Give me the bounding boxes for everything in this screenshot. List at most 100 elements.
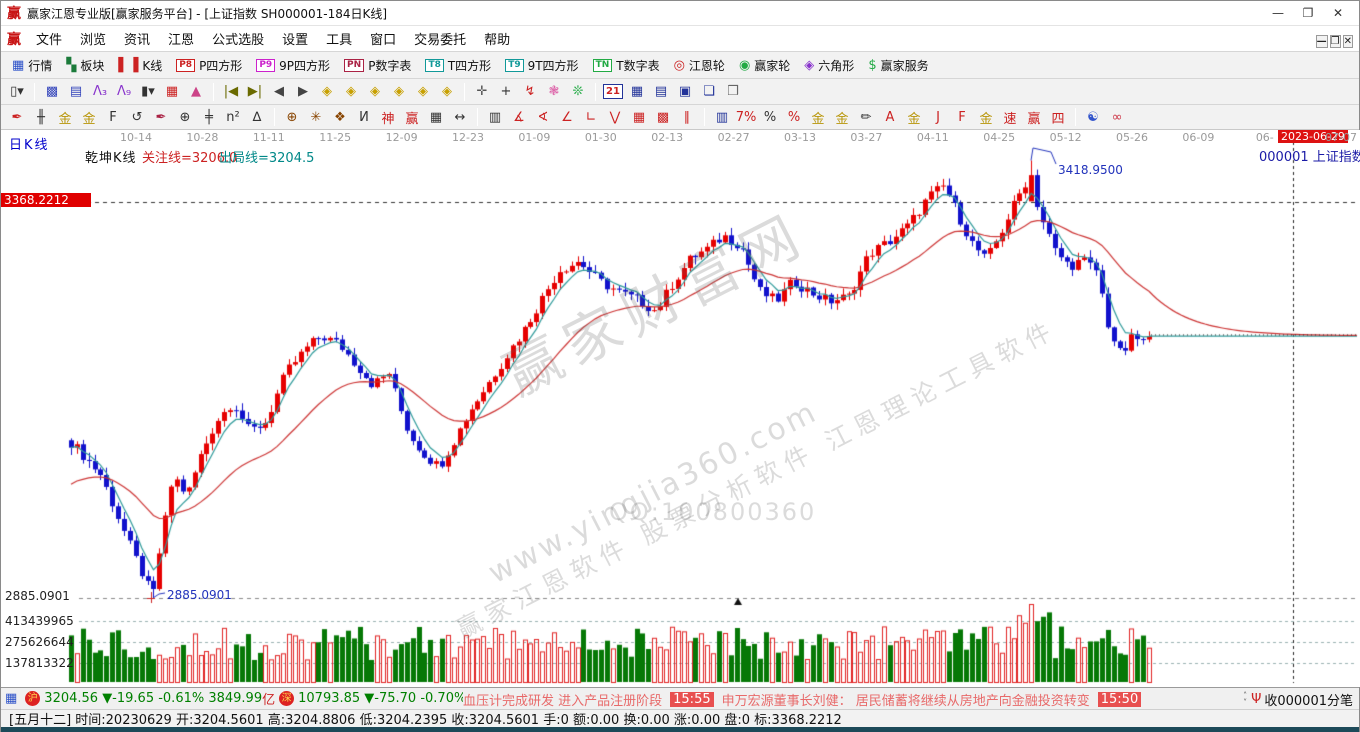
menu-item-交易委托[interactable]: 交易委托 <box>405 30 475 51</box>
notebook-icon[interactable]: ▤ <box>650 82 672 102</box>
circle-grid-icon[interactable]: ⊕ <box>174 107 196 127</box>
wave-3-icon[interactable]: Λ₃ <box>89 82 111 102</box>
toolbar-winner-service-button[interactable]: $赢家服务 <box>861 55 935 76</box>
toolbar-t-square-button[interactable]: T8T四方形 <box>418 55 498 76</box>
gold-grid-2-icon[interactable]: 金 <box>78 107 100 127</box>
ink-brush-icon[interactable]: ✏ <box>855 107 877 127</box>
calculator-icon[interactable]: ▦ <box>626 82 648 102</box>
ying-angle-icon[interactable]: 赢 <box>1023 107 1045 127</box>
infinity-icon[interactable]: ∞ <box>1106 107 1128 127</box>
menu-item-公式选股[interactable]: 公式选股 <box>203 30 273 51</box>
chart-area[interactable]: 日K线 10-1410-2811-1111-2512-0912-2301-090… <box>1 130 1360 687</box>
quote-grid-icon[interactable]: ▦ <box>5 691 17 706</box>
wave-9-icon[interactable]: Λ₉ <box>113 82 135 102</box>
bar-stats-icon[interactable]: ▥ <box>711 107 733 127</box>
news-ticker[interactable]: 血压计完成研发 进入产品注册阶段 15:55 申万宏源董事长刘健： 居民储蓄将继… <box>463 688 1196 709</box>
red-fan-2-icon[interactable]: ∢ <box>532 107 554 127</box>
form-view-icon[interactable]: ▤ <box>65 82 87 102</box>
gold-baseline-icon[interactable]: 金 <box>831 107 853 127</box>
mdi-restore-button[interactable]: ❐ <box>1330 35 1341 48</box>
hand-tool-icon[interactable]: ✛ <box>471 82 493 102</box>
red-fan-1-icon[interactable]: ∡ <box>508 107 530 127</box>
speed-angle-icon[interactable]: 速 <box>999 107 1021 127</box>
toolbar-9p-square-button[interactable]: P99P四方形 <box>249 55 337 76</box>
grid-red-2-icon[interactable]: ▩ <box>652 107 674 127</box>
n2-grid-icon[interactable]: n² <box>222 107 244 127</box>
menu-item-浏览[interactable]: 浏览 <box>71 30 115 51</box>
pointer-wave-icon[interactable]: ↯ <box>519 82 541 102</box>
print-icon[interactable]: ❒ <box>722 82 744 102</box>
taichi-icon[interactable]: ☯ <box>1082 107 1104 127</box>
gold-grid-1-icon[interactable]: 金 <box>54 107 76 127</box>
percent-icon[interactable]: % <box>759 107 781 127</box>
minimize-button[interactable]: — <box>1263 6 1293 20</box>
toolbar-gann-wheel-button[interactable]: ◎江恩轮 <box>667 55 732 76</box>
gann-web-icon[interactable]: ✳ <box>305 107 327 127</box>
angle-line-1-icon[interactable]: ∟ <box>580 107 602 127</box>
first-page-icon[interactable]: |◀ <box>220 82 242 102</box>
angle-flag-icon[interactable]: ∆ <box>246 107 268 127</box>
percent-baseline-icon[interactable]: % <box>783 107 805 127</box>
brain-green-icon[interactable]: ❊ <box>567 82 589 102</box>
expand-vertical-icon[interactable]: ◈ <box>412 82 434 102</box>
toolbar-kline-button[interactable]: ▌▐K线 <box>111 55 169 76</box>
menu-item-江恩[interactable]: 江恩 <box>159 30 203 51</box>
a-wave-icon[interactable]: A <box>879 107 901 127</box>
expand-both-icon[interactable]: ◈ <box>436 82 458 102</box>
menu-item-设置[interactable]: 设置 <box>273 30 317 51</box>
menu-item-窗口[interactable]: 窗口 <box>361 30 405 51</box>
width-measure-icon[interactable]: ↔ <box>449 107 471 127</box>
toolbar-t-number-table-button[interactable]: TNT数字表 <box>586 55 667 76</box>
menu-item-资讯[interactable]: 资讯 <box>115 30 159 51</box>
mdi-close-button[interactable]: ✕ <box>1343 35 1353 48</box>
gold-angle-icon[interactable]: 金 <box>975 107 997 127</box>
expand-left-icon[interactable]: ◈ <box>316 82 338 102</box>
red-brush-icon[interactable]: ✒ <box>150 107 172 127</box>
hash-grid-icon[interactable]: ╪ <box>198 107 220 127</box>
gann-grid-icon[interactable]: ▦ <box>161 82 183 102</box>
toolbar-quotes-button[interactable]: ▦行情 <box>5 55 59 76</box>
calendar-21-icon[interactable]: 21 <box>602 82 624 102</box>
spiral-tool-icon[interactable]: ↺ <box>126 107 148 127</box>
toolbar-hexagon-button[interactable]: ◈六角形 <box>797 55 861 76</box>
f-angle-icon[interactable]: F <box>951 107 973 127</box>
crosshair-tool-icon[interactable]: + <box>495 82 517 102</box>
expand-horizontal-icon[interactable]: ◈ <box>364 82 386 102</box>
save-icon[interactable]: ▣ <box>674 82 696 102</box>
expand-right-icon[interactable]: ◈ <box>340 82 362 102</box>
red-fan-3-icon[interactable]: ∠ <box>556 107 578 127</box>
ticker-scroll-arrows[interactable]: ˄˅ <box>1243 692 1247 706</box>
angle-line-2-icon[interactable]: ⋁ <box>604 107 626 127</box>
four-angle-icon[interactable]: 四 <box>1047 107 1069 127</box>
brain-pink-icon[interactable]: ❃ <box>543 82 565 102</box>
toolbar-winner-wheel-button[interactable]: ◉赢家轮 <box>732 55 797 76</box>
gold-line-2-icon[interactable]: 金 <box>903 107 925 127</box>
box-grid-icon[interactable]: ▥ <box>484 107 506 127</box>
shen-grid-icon[interactable]: 神 <box>377 107 399 127</box>
mdi-minimize-button[interactable]: — <box>1316 35 1328 48</box>
toolbar-sectors-button[interactable]: ▚板块 <box>59 55 111 76</box>
compress-horizontal-icon[interactable]: ◈ <box>388 82 410 102</box>
next-page-icon[interactable]: ▶ <box>292 82 314 102</box>
close-button[interactable]: ✕ <box>1323 6 1353 20</box>
candle-style-dropdown-icon[interactable]: ▮▾ <box>137 82 159 102</box>
menu-item-帮助[interactable]: 帮助 <box>475 30 519 51</box>
prev-page-icon[interactable]: ◀ <box>268 82 290 102</box>
parallel-lines-icon[interactable]: ∥ <box>676 107 698 127</box>
web-chart-icon[interactable]: ▩ <box>41 82 63 102</box>
toolbar-p-number-table-button[interactable]: PNP数字表 <box>337 55 418 76</box>
ying-grid-icon[interactable]: 赢 <box>401 107 423 127</box>
price-note-icon[interactable]: И <box>353 107 375 127</box>
ruler-grid-icon[interactable]: ▦ <box>425 107 447 127</box>
color-peak-icon[interactable]: ▲ <box>185 82 207 102</box>
restore-button[interactable]: ❐ <box>1293 6 1323 20</box>
export-icon[interactable]: ❏ <box>698 82 720 102</box>
seven-percent-icon[interactable]: 7% <box>735 107 757 127</box>
grid-ruler-icon[interactable]: ╫ <box>30 107 52 127</box>
pen-tool-icon[interactable]: ✒ <box>6 107 28 127</box>
kline-style-dropdown-icon[interactable]: ▯▾ <box>6 82 28 102</box>
j-angle-icon[interactable]: J <box>927 107 949 127</box>
toolbar-9t-square-button[interactable]: T99T四方形 <box>498 55 585 76</box>
f-grid-icon[interactable]: F <box>102 107 124 127</box>
gold-circle-icon[interactable]: 金 <box>807 107 829 127</box>
